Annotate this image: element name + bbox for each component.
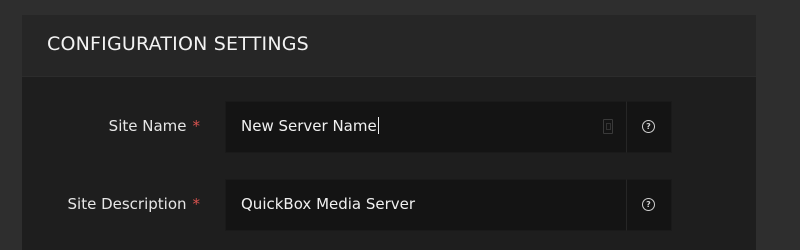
required-marker: * xyxy=(192,195,201,213)
text-caret xyxy=(377,117,379,134)
required-marker: * xyxy=(192,117,201,135)
site-description-input[interactable]: QuickBox Media Server xyxy=(225,179,628,231)
configuration-settings-panel: CONFIGURATION SETTINGS Site Name * New Se… xyxy=(22,15,756,250)
site-name-input-value-wrap: New Server Name xyxy=(241,117,379,135)
question-circle-icon: ? xyxy=(642,120,655,133)
site-name-label-text: Site Name xyxy=(108,117,187,135)
panel-header: CONFIGURATION SETTINGS xyxy=(22,15,756,77)
site-name-input[interactable]: New Server Name xyxy=(225,101,628,153)
site-description-label: Site Description * xyxy=(68,195,201,213)
site-name-help-button[interactable]: ? xyxy=(626,101,672,153)
password-manager-icon[interactable] xyxy=(603,119,613,134)
site-description-row: Site Description * QuickBox Media Server … xyxy=(22,179,756,231)
site-name-row: Site Name * New Server Name ? xyxy=(22,101,756,153)
site-description-input-value: QuickBox Media Server xyxy=(241,195,416,213)
panel-title: CONFIGURATION SETTINGS xyxy=(47,33,309,55)
site-description-help-button[interactable]: ? xyxy=(626,179,672,231)
site-name-input-value: New Server Name xyxy=(241,117,377,135)
site-name-label: Site Name * xyxy=(109,117,200,135)
site-description-label-text: Site Description xyxy=(67,195,187,213)
question-circle-icon: ? xyxy=(642,198,655,211)
